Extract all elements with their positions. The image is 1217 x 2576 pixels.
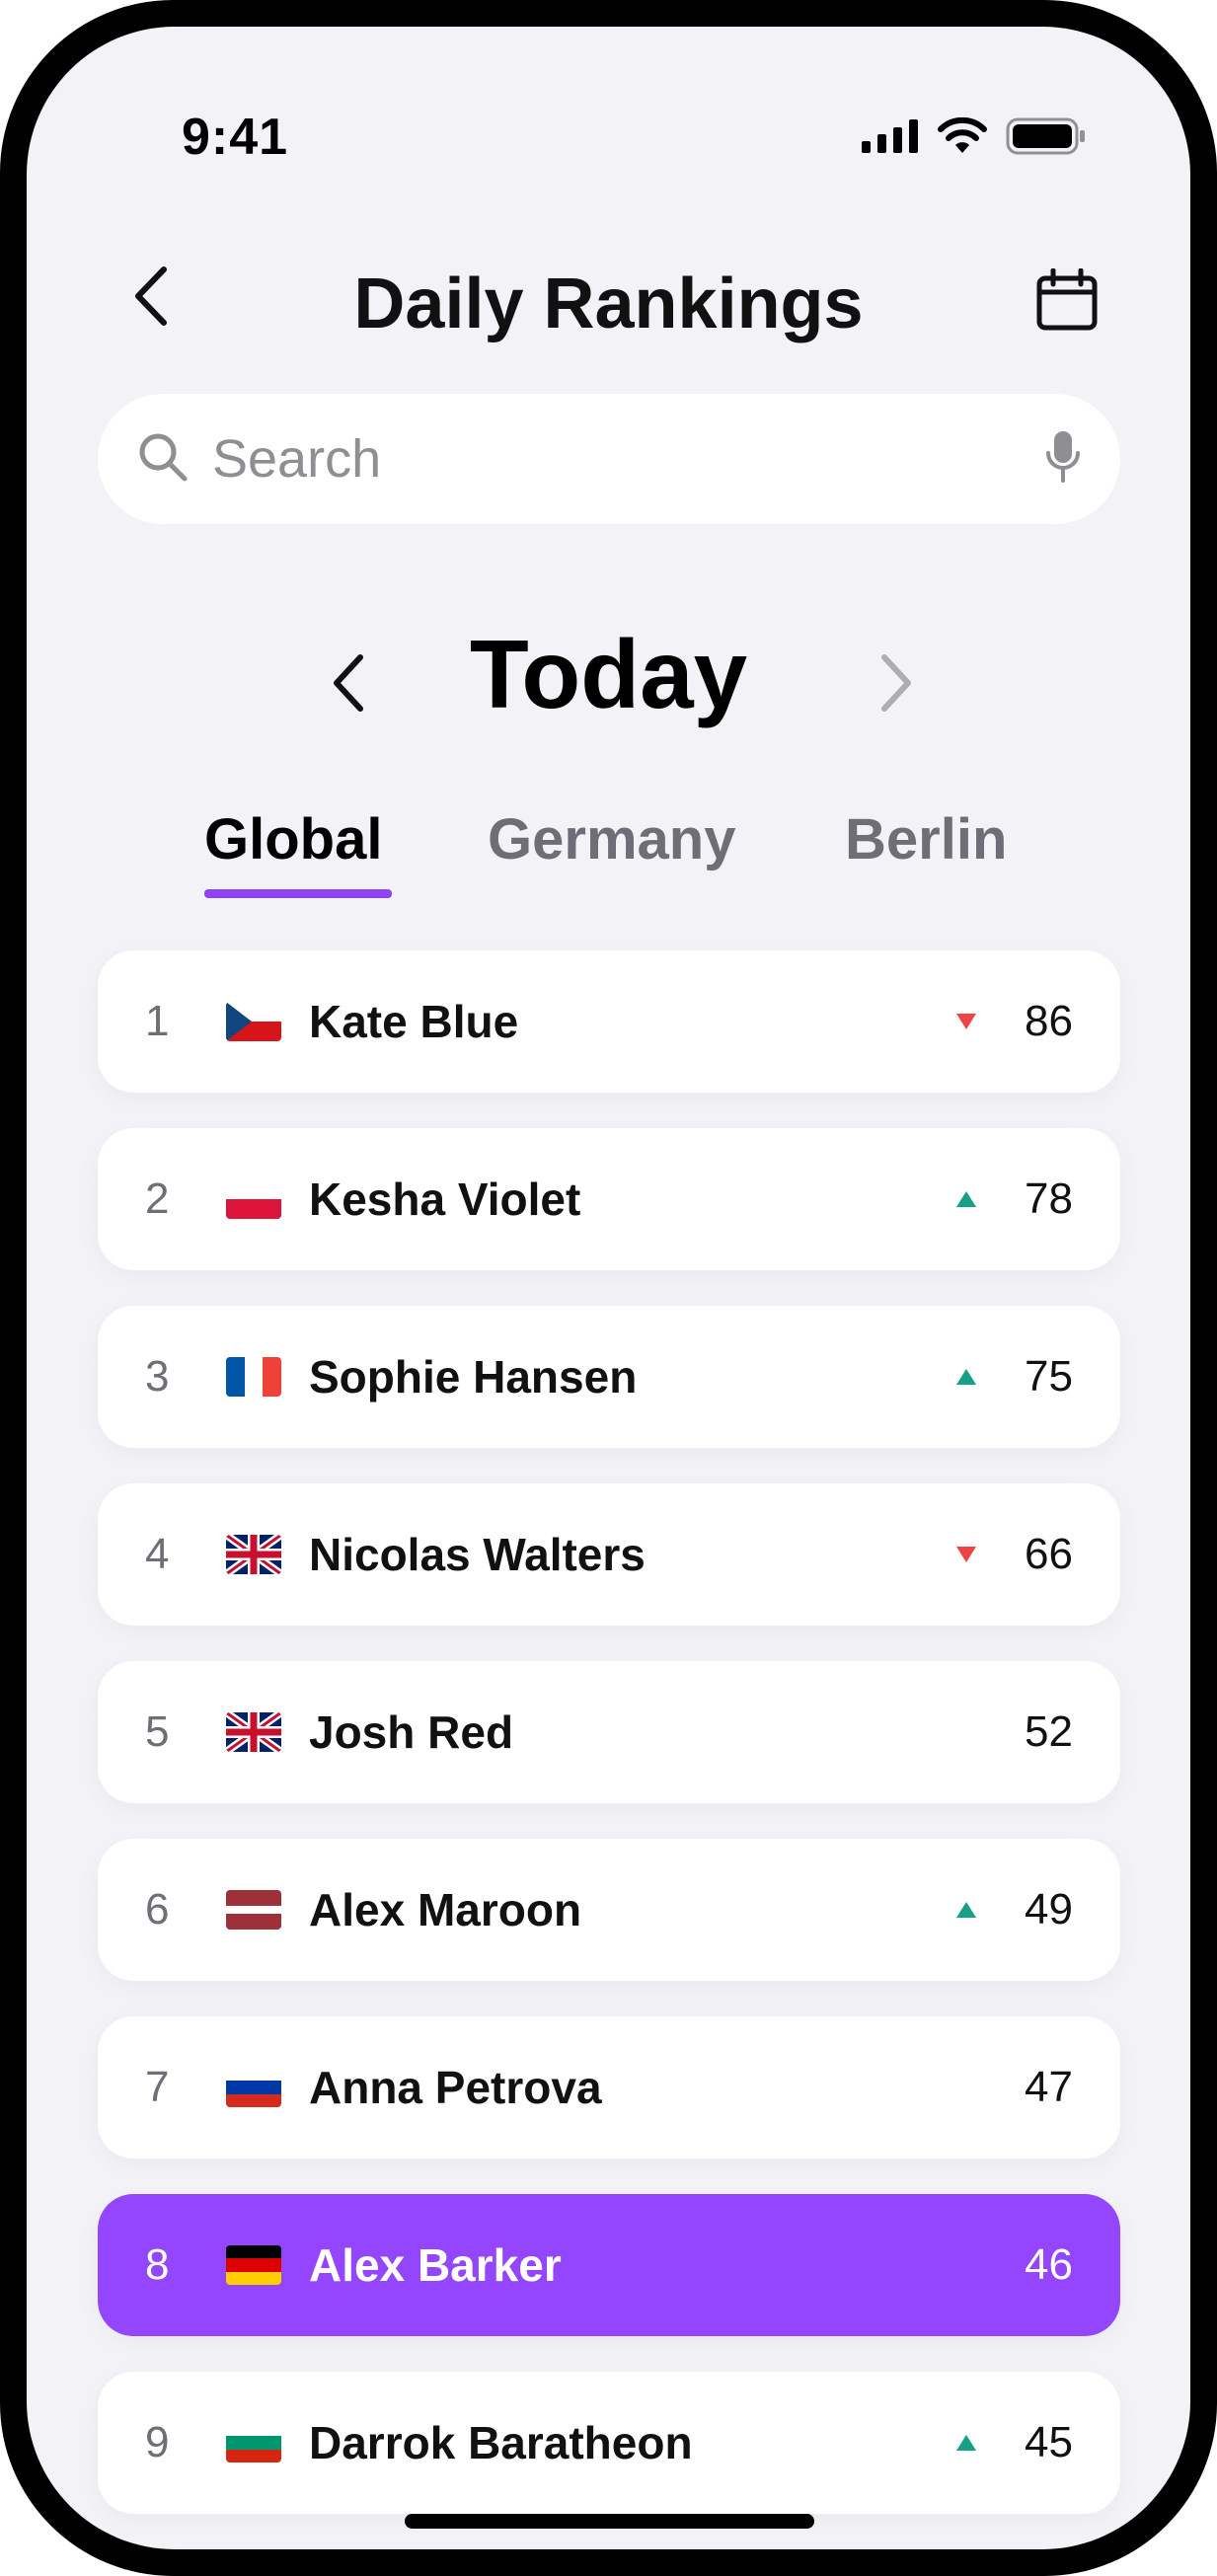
- rank-number: 4: [145, 1530, 170, 1578]
- rank-number: 7: [145, 2063, 170, 2111]
- rank-number: 1: [145, 997, 170, 1045]
- screen: 9:41 Daily Rankings Search Today Global …: [27, 27, 1190, 2549]
- phone-frame: 9:41 Daily Rankings Search Today Global …: [0, 0, 1217, 2576]
- ranking-row[interactable]: 1 Kate Blue 86: [98, 950, 1120, 1093]
- rank-number: 5: [145, 1707, 170, 1756]
- next-day-button[interactable]: [858, 634, 937, 732]
- search-input[interactable]: [212, 428, 1045, 490]
- microphone-icon[interactable]: [1045, 429, 1081, 490]
- player-name: Darrok Baratheon: [309, 2417, 693, 2468]
- player-name: Nicolas Walters: [309, 1529, 646, 1580]
- rank-number: 8: [145, 2240, 170, 2289]
- player-name: Josh Red: [309, 1706, 514, 1758]
- battery-icon: [1006, 117, 1087, 160]
- rank-number: 2: [145, 1174, 170, 1223]
- trend-up-icon: [947, 1190, 986, 1208]
- rank-number: 3: [145, 1352, 170, 1401]
- tab-germany[interactable]: Germany: [488, 806, 735, 872]
- search-bar[interactable]: [98, 394, 1120, 524]
- ranking-row[interactable]: 5 Josh Red 52: [98, 1661, 1120, 1803]
- cellular-signal-icon: [862, 119, 919, 158]
- russia-flag: [226, 2068, 281, 2107]
- score-value: 45: [1025, 2418, 1073, 2466]
- trend-down-icon: [947, 1546, 986, 1563]
- status-time: 9:41: [182, 109, 289, 166]
- poland-flag: [226, 1179, 281, 1219]
- wifi-icon: [937, 116, 988, 160]
- ranking-row[interactable]: 2 Kesha Violet 78: [98, 1128, 1120, 1270]
- calendar-icon: [1036, 268, 1098, 331]
- tab-berlin[interactable]: Berlin: [845, 806, 1007, 872]
- score-value: 78: [1025, 1174, 1073, 1223]
- score-value: 52: [1025, 1707, 1073, 1756]
- ranking-row[interactable]: 4 Nicolas Walters 66: [98, 1483, 1120, 1626]
- player-name: Anna Petrova: [309, 2062, 602, 2113]
- ranking-row[interactable]: 9 Darrok Baratheon 45: [98, 2372, 1120, 2514]
- france-flag: [226, 1357, 281, 1397]
- tab-global[interactable]: Global: [204, 806, 382, 872]
- player-name: Sophie Hansen: [309, 1351, 638, 1402]
- uk-flag: [226, 1712, 281, 1752]
- chevron-right-icon: [881, 654, 911, 712]
- active-tab-indicator: [204, 889, 392, 898]
- player-name: Kesha Violet: [309, 1174, 581, 1225]
- bulgaria-flag: [226, 2423, 281, 2462]
- page-title: Daily Rankings: [353, 265, 864, 343]
- home-indicator[interactable]: [405, 2514, 814, 2529]
- score-value: 49: [1025, 1885, 1073, 1933]
- latvia-flag: [226, 1890, 281, 1930]
- czech-flag: [226, 1002, 281, 1041]
- player-name: Alex Maroon: [309, 1884, 582, 1935]
- player-name: Alex Barker: [309, 2239, 562, 2291]
- trend-up-icon: [947, 1368, 986, 1386]
- trend-down-icon: [947, 1013, 986, 1030]
- trend-up-icon: [947, 2434, 986, 2452]
- score-value: 66: [1025, 1530, 1073, 1578]
- score-value: 75: [1025, 1352, 1073, 1401]
- search-icon: [137, 431, 189, 488]
- ranking-row[interactable]: 3 Sophie Hansen 75: [98, 1306, 1120, 1448]
- score-value: 86: [1025, 997, 1073, 1045]
- score-value: 46: [1025, 2240, 1073, 2289]
- rank-number: 9: [145, 2418, 170, 2466]
- trend-up-icon: [947, 1901, 986, 1919]
- uk-flag: [226, 1535, 281, 1574]
- germany-flag: [226, 2245, 281, 2285]
- ranking-row[interactable]: 7 Anna Petrova 47: [98, 2016, 1120, 2159]
- day-label: Today: [469, 620, 748, 728]
- ranking-row-current-user[interactable]: 8 Alex Barker 46: [98, 2194, 1120, 2336]
- calendar-button[interactable]: [1023, 256, 1111, 344]
- score-value: 47: [1025, 2063, 1073, 2111]
- ranking-row[interactable]: 6 Alex Maroon 49: [98, 1839, 1120, 1981]
- status-icons: [862, 116, 1087, 160]
- player-name: Kate Blue: [309, 996, 519, 1047]
- rank-number: 6: [145, 1885, 170, 1933]
